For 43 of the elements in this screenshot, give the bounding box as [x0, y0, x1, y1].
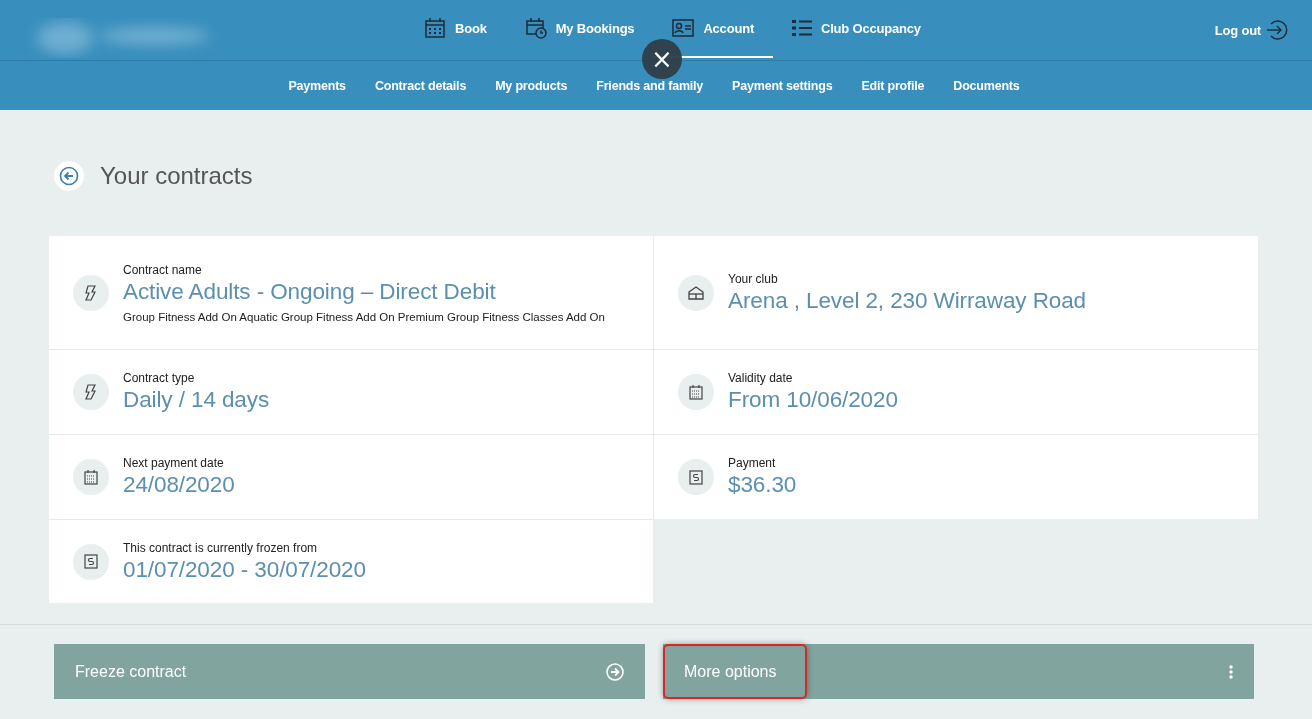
- field-label: Next payment date: [123, 456, 225, 470]
- freeze-button[interactable]: Freeze contract: [54, 644, 645, 699]
- calendar-clock-icon: [524, 17, 547, 39]
- field-label: Validity date: [728, 371, 794, 385]
- logout-button[interactable]: Log out: [1208, 18, 1294, 42]
- dollar-icon: [73, 543, 109, 580]
- field-label: Contract type: [123, 371, 196, 385]
- page-title: Your contracts: [100, 162, 253, 190]
- field-value: Daily / 14 days: [123, 387, 270, 413]
- back-button[interactable]: [54, 161, 84, 191]
- nav-tab[interactable]: Book: [405, 0, 506, 58]
- add-on-list: Group Fitness Add On Aquatic Group Fitness Add On Premium Group Fitness Classes Add On: [123, 310, 605, 323]
- more-options-button[interactable]: More options: [663, 644, 1254, 699]
- field-value: 24/08/2020: [123, 472, 235, 498]
- calendar-icon: [73, 459, 109, 495]
- kebab-menu-icon: [1229, 664, 1233, 679]
- field-label: Contract name: [123, 262, 203, 277]
- subnav-link[interactable]: Contract details: [360, 78, 481, 93]
- logout-icon: [1266, 19, 1288, 41]
- list-icon: [792, 19, 812, 37]
- house-icon: [678, 274, 714, 311]
- field-value: Active Adults - Ongoing – Direct Debit: [123, 278, 497, 305]
- id-card-icon: [672, 19, 695, 37]
- subnav-link[interactable]: Documents: [938, 78, 1035, 93]
- field-value: Arena , Level 2, 230 Wirraway Road: [728, 287, 1087, 314]
- field-label: Your club: [728, 271, 779, 286]
- field-label: Payment: [728, 456, 777, 470]
- field-value: From 10/06/2020: [728, 387, 898, 413]
- calendar-icon: [424, 17, 446, 39]
- field-value: $36.30: [728, 472, 797, 498]
- subnav-link[interactable]: Friends and family: [581, 78, 718, 93]
- nav-tab[interactable]: Club Occupancy: [773, 0, 940, 58]
- field-label: This contract is currently frozen from: [123, 540, 319, 555]
- dollar-icon: [678, 459, 714, 495]
- arrow-right-icon: [606, 662, 624, 681]
- close-button[interactable]: ×: [642, 39, 682, 79]
- arrow-left-icon: [59, 166, 79, 186]
- subnav-link[interactable]: My products: [480, 78, 582, 93]
- subnav-link[interactable]: Payment settings: [717, 78, 847, 93]
- field-value: 01/07/2020 - 30/07/2020: [123, 556, 366, 583]
- subnav-link[interactable]: Payments: [273, 78, 361, 93]
- subnav-link[interactable]: Edit profile: [846, 78, 939, 93]
- calendar-icon: [678, 374, 714, 410]
